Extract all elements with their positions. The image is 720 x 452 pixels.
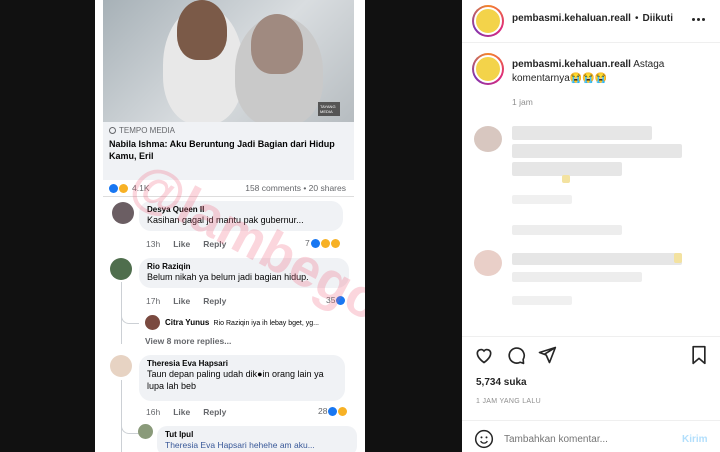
comment-text: Theresia Eva Hapsari hehehe am aku... (165, 440, 315, 450)
heart-icon[interactable] (474, 345, 494, 365)
reply-button[interactable]: Reply (203, 407, 226, 417)
comment-actions: 17h Like Reply (146, 296, 226, 306)
more-icon[interactable] (692, 18, 705, 21)
photo-badge: TAYANG MEDIA (318, 102, 340, 116)
comment-time: 13h (146, 239, 161, 249)
post-header: pembasmi.kehaluan.reall • Diikuti (512, 13, 673, 24)
post-comment-button[interactable]: Kirim (682, 434, 708, 445)
post-stats[interactable]: 158 comments • 20 shares (245, 183, 346, 193)
comment-bubble: Tut Ipul Theresia Eva Hapsari hehehe am … (157, 426, 357, 452)
comment-author[interactable]: Tut Ipul (165, 430, 349, 439)
globe-icon (109, 127, 116, 134)
reply-button[interactable]: Reply (203, 296, 226, 306)
follow-status-button[interactable]: Diikuti (642, 13, 673, 24)
screenshot-image: TAYANG MEDIA TEMPO MEDIA Nabila Ishma: A… (95, 0, 365, 452)
like-button[interactable]: Like (173, 296, 190, 306)
news-photo: TAYANG MEDIA (103, 0, 354, 122)
comment-actions: 16h Like Reply (146, 407, 226, 417)
divider (462, 420, 720, 421)
emoji-icon[interactable] (474, 429, 494, 449)
comment-time: 17h (146, 296, 161, 306)
comment-reactions[interactable]: 28 (318, 406, 348, 416)
comment-text: Taun depan paling udah dik●in orang lain… (147, 369, 324, 391)
divider (462, 42, 720, 43)
thread-branch (121, 424, 139, 434)
likes-count[interactable]: 5,734 suka (476, 377, 527, 388)
comment-author[interactable]: Theresia Eva Hapsari (147, 359, 337, 368)
reply-author: Citra Yunus (165, 318, 210, 327)
avatar[interactable] (110, 355, 132, 377)
separator: • (634, 13, 639, 24)
comment-bubble: Theresia Eva Hapsari Taun depan paling u… (139, 355, 345, 401)
comment-time: 16h (146, 407, 161, 417)
bookmark-icon[interactable] (690, 345, 708, 365)
like-reaction-icon (109, 183, 118, 193)
share-icon[interactable] (537, 345, 557, 365)
thread-branch (121, 312, 139, 324)
post-media: TAYANG MEDIA TEMPO MEDIA Nabila Ishma: A… (0, 0, 462, 452)
haha-reaction-icon (338, 406, 348, 416)
reply-text: Rio Raziqin iya ih lebay bget, yg... (213, 320, 319, 327)
caption-time: 1 jam (512, 97, 533, 107)
caption-username[interactable]: pembasmi.kehaluan.reall (512, 59, 631, 70)
thread-line (121, 380, 122, 452)
avatar[interactable] (110, 258, 132, 280)
author-avatar[interactable] (472, 5, 504, 37)
post-sidebar: pembasmi.kehaluan.reall • Diikuti pembas… (462, 0, 720, 452)
reaction-count: 28 (318, 406, 328, 416)
comment-icon[interactable] (506, 345, 526, 365)
post-timestamp: 1 JAM YANG LALU (476, 398, 541, 405)
reply-preview[interactable]: Citra Yunus Rio Raziqin iya ih lebay bge… (165, 318, 319, 327)
divider (462, 336, 720, 337)
caption: pembasmi.kehaluan.reall Astaga komentarn… (512, 58, 712, 86)
source-row: TEMPO MEDIA (109, 126, 175, 135)
like-button[interactable]: Like (173, 407, 190, 417)
view-more-replies[interactable]: View 8 more replies... (145, 336, 231, 346)
avatar[interactable] (138, 424, 153, 439)
like-reaction-icon (328, 406, 338, 416)
caption-avatar[interactable] (472, 53, 504, 85)
avatar[interactable] (145, 315, 160, 330)
source-label: TEMPO MEDIA (119, 126, 176, 135)
comment-input[interactable] (504, 430, 674, 448)
author-username[interactable]: pembasmi.kehaluan.reall (512, 13, 631, 24)
